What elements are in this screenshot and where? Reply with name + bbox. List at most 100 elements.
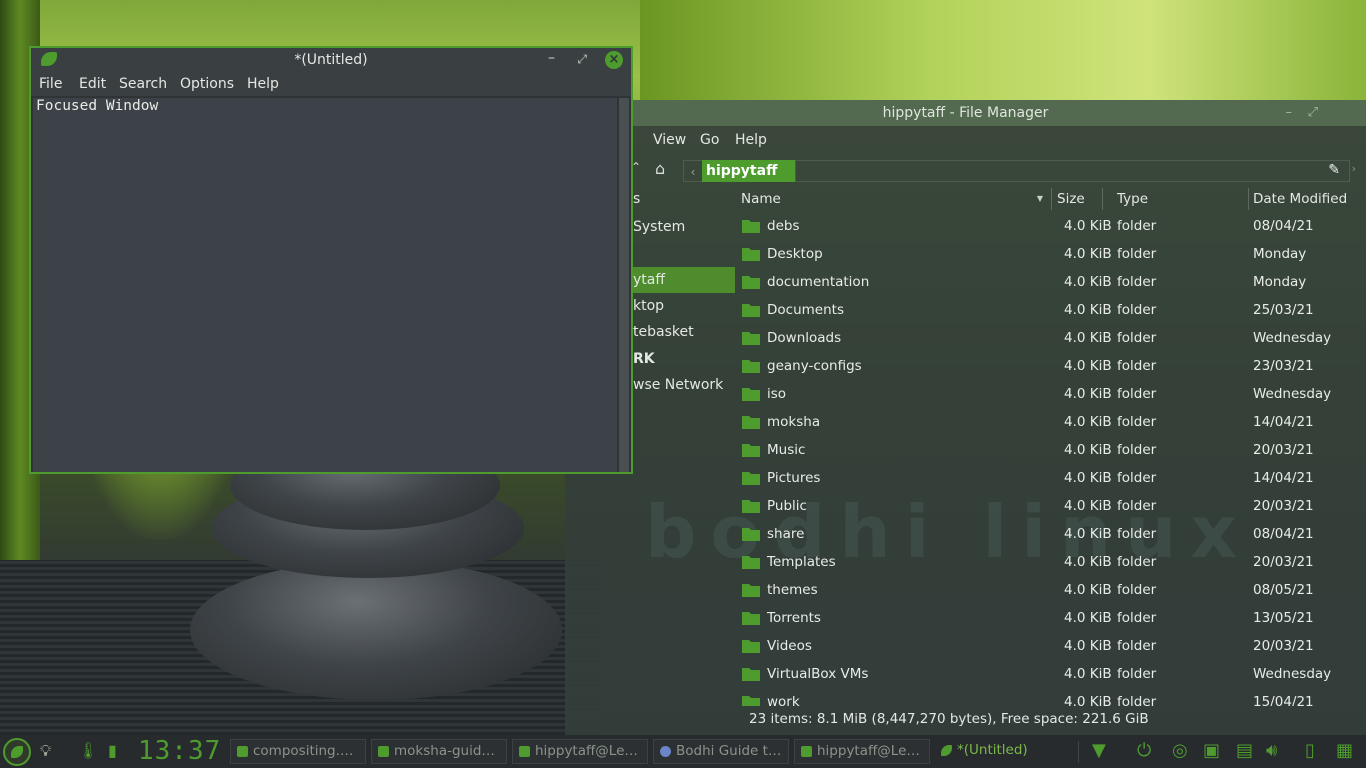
terminal-launcher-icon[interactable]: ▣ (1203, 740, 1220, 761)
table-row[interactable]: Templates 4.0 KiB folder 20/03/21 (737, 548, 1366, 576)
table-row[interactable]: Desktop 4.0 KiB folder Monday (737, 240, 1366, 268)
menu-edit[interactable]: Edit (79, 76, 106, 92)
file-name: Torrents (767, 610, 821, 626)
lightbulb-icon[interactable]: 💡︎ (40, 741, 51, 761)
table-row[interactable]: Downloads 4.0 KiB folder Wednesday (737, 324, 1366, 352)
file-size: 4.0 KiB (1064, 218, 1112, 234)
file-type: folder (1117, 358, 1157, 374)
folder-icon (741, 526, 761, 542)
menu-view[interactable]: View (653, 132, 686, 148)
file-size: 4.0 KiB (1064, 330, 1112, 346)
taskbar-item[interactable]: moksha-guid… (371, 739, 507, 764)
table-row[interactable]: Documents 4.0 KiB folder 25/03/21 (737, 296, 1366, 324)
power-icon[interactable]: ⏻ (1137, 740, 1151, 761)
editor-window[interactable]: *(Untitled) – ⤢ × File Edit Search Optio… (29, 46, 633, 474)
column-header-type[interactable]: Type (1113, 188, 1249, 210)
table-row[interactable]: Torrents 4.0 KiB folder 13/05/21 (737, 604, 1366, 632)
chrome-icon (660, 746, 671, 757)
file-size: 4.0 KiB (1064, 302, 1112, 318)
table-row[interactable]: Videos 4.0 KiB folder 20/03/21 (737, 632, 1366, 660)
table-row[interactable]: moksha 4.0 KiB folder 14/04/21 (737, 408, 1366, 436)
desktop-folder-icon (741, 246, 761, 262)
path-forward-icon[interactable]: › (1352, 162, 1356, 175)
music-folder-icon (741, 442, 761, 458)
file-name: Templates (767, 554, 836, 570)
table-row[interactable]: geany-configs 4.0 KiB folder 23/03/21 (737, 352, 1366, 380)
table-row[interactable]: documentation 4.0 KiB folder Monday (737, 268, 1366, 296)
file-name: Videos (767, 638, 812, 654)
file-type: folder (1117, 554, 1157, 570)
file-name: Public (767, 498, 807, 514)
minimize-icon[interactable]: – (1286, 105, 1293, 120)
maximize-icon[interactable]: ⤢ (577, 52, 587, 67)
menu-search[interactable]: Search (119, 76, 167, 92)
column-header-date[interactable]: Date Modified (1249, 188, 1366, 210)
file-size: 4.0 KiB (1064, 442, 1112, 458)
column-header-size[interactable]: Size (1053, 188, 1103, 210)
file-size: 4.0 KiB (1064, 638, 1112, 654)
table-row[interactable]: Pictures 4.0 KiB folder 14/04/21 (737, 464, 1366, 492)
wifi-icon[interactable]: ▼ (1092, 740, 1106, 761)
menu-options[interactable]: Options (180, 76, 234, 92)
menu-file[interactable]: File (39, 76, 62, 92)
terminal-icon (519, 746, 530, 757)
volume-icon[interactable]: 🔊︎ (1266, 740, 1277, 761)
file-manager-window[interactable]: bodhi linux hippytaff - File Manager – ⤢… (565, 100, 1366, 735)
text-area[interactable]: Focused Window (33, 98, 617, 472)
battery-icon[interactable]: ▮ (108, 741, 117, 760)
file-date: 25/03/21 (1253, 302, 1314, 318)
menu-help[interactable]: Help (247, 76, 279, 92)
file-size: 4.0 KiB (1064, 610, 1112, 626)
home-icon[interactable]: ⌂ (655, 159, 665, 178)
file-name: documentation (767, 274, 870, 290)
edit-path-icon[interactable]: ✎ (1328, 162, 1340, 178)
path-button-home[interactable]: hippytaff (702, 160, 795, 182)
status-bar: 23 items: 8.1 MiB (8,447,270 bytes), Fre… (749, 711, 1149, 727)
file-size: 4.0 KiB (1064, 666, 1112, 682)
table-row[interactable]: Public 4.0 KiB folder 20/03/21 (737, 492, 1366, 520)
taskbar-item[interactable]: hippytaff@Le… (794, 739, 930, 764)
start-menu-button[interactable] (3, 738, 31, 766)
file-list[interactable]: Name ▼ Size Type Date Modified debs 4.0 Ki… (737, 186, 1366, 706)
scrollbar[interactable] (619, 98, 629, 472)
clipboard-icon[interactable]: ▯ (1305, 740, 1315, 761)
menu-go[interactable]: Go (700, 132, 719, 148)
clock[interactable]: 13:37 (138, 736, 221, 766)
folder-icon (741, 358, 761, 374)
chrome-launcher-icon[interactable]: ◎ (1172, 740, 1188, 761)
documents-folder-icon (741, 302, 761, 318)
leafpad-icon (378, 746, 389, 757)
folder-icon (741, 610, 761, 626)
keyboard-layout-icon[interactable]: ▦ (1336, 740, 1353, 761)
file-type: folder (1117, 218, 1157, 234)
file-manager-titlebar[interactable]: hippytaff - File Manager – ⤢ × (565, 100, 1366, 126)
editor-titlebar[interactable]: *(Untitled) – ⤢ × (31, 48, 631, 72)
taskbar-item[interactable]: hippytaff@Le… (512, 739, 648, 764)
file-name: Desktop (767, 246, 823, 262)
table-row[interactable]: work 4.0 KiB folder 15/04/21 (737, 688, 1366, 706)
file-size: 4.0 KiB (1064, 498, 1112, 514)
menu-help[interactable]: Help (735, 132, 767, 148)
leafpad-icon (237, 746, 248, 757)
table-row[interactable]: Music 4.0 KiB folder 20/03/21 (737, 436, 1366, 464)
path-back-icon[interactable]: ‹ (683, 160, 703, 182)
store-icon[interactable]: ▤ (1236, 740, 1253, 761)
close-icon[interactable]: × (605, 51, 623, 69)
maximize-icon[interactable]: ⤢ (1308, 105, 1318, 120)
file-name: Pictures (767, 470, 821, 486)
taskbar-item[interactable]: compositing.… (230, 739, 366, 764)
file-type: folder (1117, 638, 1157, 654)
file-size: 4.0 KiB (1064, 246, 1112, 262)
minimize-icon[interactable]: – (548, 50, 555, 66)
taskbar-item-active[interactable]: *(Untitled) (935, 739, 1071, 764)
column-header-name[interactable]: Name ▼ (737, 188, 1052, 210)
table-row[interactable]: share 4.0 KiB folder 08/04/21 (737, 520, 1366, 548)
table-row[interactable]: debs 4.0 KiB folder 08/04/21 (737, 212, 1366, 240)
taskbar-item[interactable]: Bodhi Guide t… (653, 739, 789, 764)
file-type: folder (1117, 666, 1157, 682)
path-bar[interactable] (795, 160, 1350, 182)
file-name: debs (767, 218, 800, 234)
table-row[interactable]: themes 4.0 KiB folder 08/05/21 (737, 576, 1366, 604)
table-row[interactable]: iso 4.0 KiB folder Wednesday (737, 380, 1366, 408)
table-row[interactable]: VirtualBox VMs 4.0 KiB folder Wednesday (737, 660, 1366, 688)
